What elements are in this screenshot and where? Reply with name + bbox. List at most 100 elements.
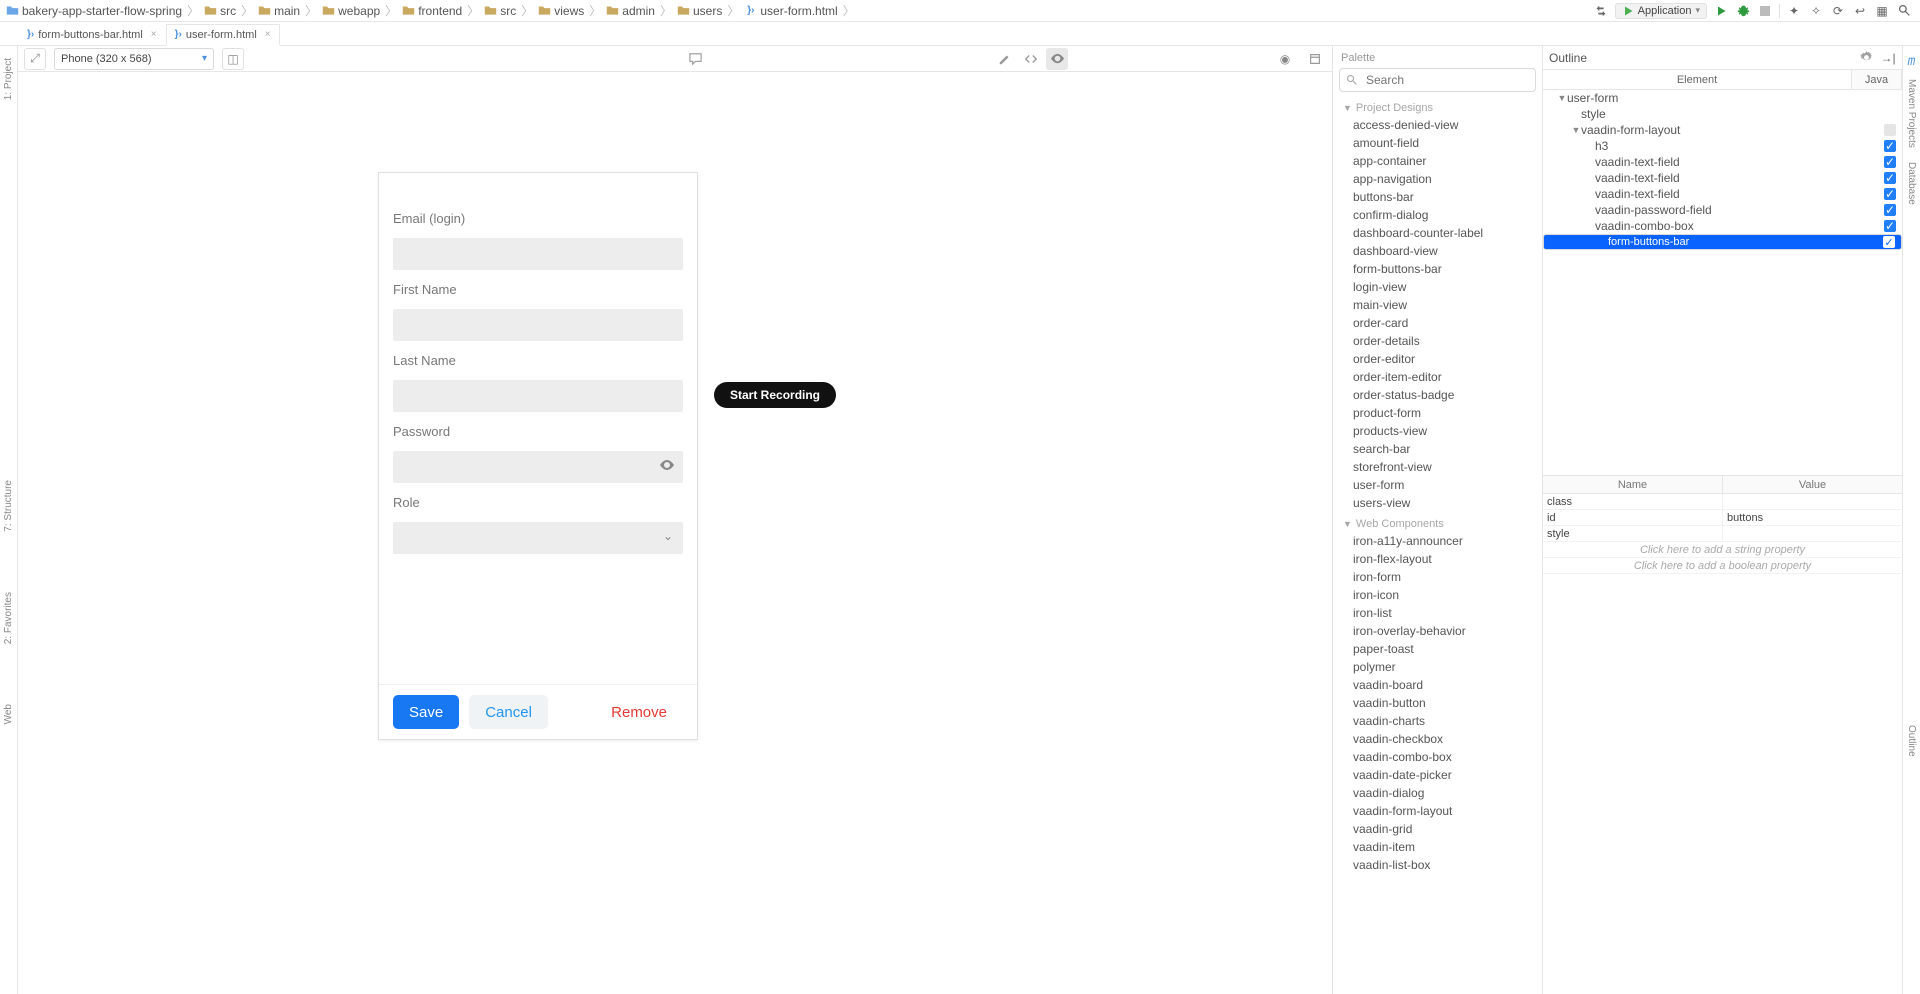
palette-search-input[interactable]: [1364, 72, 1529, 88]
palette-item[interactable]: order-details: [1333, 332, 1542, 350]
palette-group-header[interactable]: ▼ Web Components: [1333, 512, 1542, 532]
palette-item[interactable]: vaadin-charts: [1333, 712, 1542, 730]
responsive-icon[interactable]: ◉: [1274, 48, 1296, 70]
property-row[interactable]: idbuttons: [1543, 510, 1902, 526]
eye-icon[interactable]: [659, 457, 675, 476]
palette-item[interactable]: buttons-bar: [1333, 188, 1542, 206]
close-tab-icon[interactable]: ×: [147, 29, 157, 40]
palette-item[interactable]: app-navigation: [1333, 170, 1542, 188]
property-row[interactable]: style: [1543, 526, 1902, 542]
save-button[interactable]: Save: [393, 695, 459, 729]
palette-item[interactable]: vaadin-dialog: [1333, 784, 1542, 802]
palette-item[interactable]: amount-field: [1333, 134, 1542, 152]
palette-item[interactable]: vaadin-button: [1333, 694, 1542, 712]
palette-item[interactable]: search-bar: [1333, 440, 1542, 458]
breadcrumb-item[interactable]: bakery-app-starter-flow-spring: [4, 4, 184, 18]
palette-item[interactable]: order-item-editor: [1333, 368, 1542, 386]
bind-check-icon[interactable]: [1884, 124, 1896, 136]
outline-hide-icon[interactable]: →|: [1880, 50, 1896, 66]
bind-check-icon[interactable]: ✓: [1884, 188, 1896, 200]
outline-tree-row[interactable]: form-buttons-bar✓: [1543, 234, 1902, 250]
palette-item[interactable]: iron-flex-layout: [1333, 550, 1542, 568]
cancel-button[interactable]: Cancel: [469, 695, 548, 729]
palette-item[interactable]: iron-icon: [1333, 586, 1542, 604]
bind-check-icon[interactable]: ✓: [1883, 236, 1895, 248]
palette-item[interactable]: iron-a11y-announcer: [1333, 532, 1542, 550]
left-gutter-tab[interactable]: Web: [3, 700, 14, 728]
breadcrumb-item[interactable]: }᠎›user-form.html: [742, 4, 839, 18]
palette-item[interactable]: product-form: [1333, 404, 1542, 422]
outline-tree-row[interactable]: vaadin-combo-box✓: [1543, 218, 1902, 234]
outline-tab-element[interactable]: Element: [1543, 70, 1852, 89]
palette-item[interactable]: vaadin-board: [1333, 676, 1542, 694]
text-field[interactable]: [393, 309, 683, 341]
breadcrumb-item[interactable]: src: [482, 4, 518, 18]
bind-check-icon[interactable]: ✓: [1884, 220, 1896, 232]
search-everywhere-icon[interactable]: [1896, 3, 1912, 19]
property-row[interactable]: class: [1543, 494, 1902, 510]
palette-item[interactable]: users-view: [1333, 494, 1542, 512]
palette-group-header[interactable]: ▼ Project Designs: [1333, 96, 1542, 116]
outline-tree-row[interactable]: vaadin-password-field✓: [1543, 202, 1902, 218]
breadcrumb-item[interactable]: frontend: [400, 4, 464, 18]
bind-check-icon[interactable]: ✓: [1884, 172, 1896, 184]
palette-item[interactable]: vaadin-date-picker: [1333, 766, 1542, 784]
palette-item[interactable]: login-view: [1333, 278, 1542, 296]
palette-item[interactable]: vaadin-form-layout: [1333, 802, 1542, 820]
palette-item[interactable]: products-view: [1333, 422, 1542, 440]
tool-icon-3[interactable]: ⟳: [1830, 3, 1846, 19]
breadcrumb-item[interactable]: users: [675, 4, 724, 18]
code-mode-button[interactable]: [1020, 48, 1042, 70]
outline-tree-row[interactable]: style: [1543, 106, 1902, 122]
left-gutter-tab[interactable]: 2: Favorites: [3, 588, 14, 648]
outline-tree-row[interactable]: h3✓: [1543, 138, 1902, 154]
rotate-device-button[interactable]: ◫: [222, 48, 244, 70]
palette-item[interactable]: vaadin-grid: [1333, 820, 1542, 838]
palette-item[interactable]: iron-form: [1333, 568, 1542, 586]
palette-item[interactable]: user-form: [1333, 476, 1542, 494]
outline-tree-row[interactable]: vaadin-text-field✓: [1543, 170, 1902, 186]
left-gutter-tab[interactable]: 7: Structure: [3, 476, 14, 536]
chevron-down-icon[interactable]: ⌄: [663, 529, 673, 543]
palette-item[interactable]: order-status-badge: [1333, 386, 1542, 404]
palette-item[interactable]: vaadin-item: [1333, 838, 1542, 856]
right-gutter-tab[interactable]: Maven Projects: [1906, 75, 1917, 152]
breadcrumb-item[interactable]: views: [536, 4, 586, 18]
palette-item[interactable]: polymer: [1333, 658, 1542, 676]
palette-search[interactable]: [1339, 68, 1536, 92]
tool-icon-5[interactable]: ▦: [1874, 3, 1890, 19]
outline-tab-java[interactable]: Java: [1852, 70, 1902, 89]
right-gutter-tab[interactable]: Database: [1906, 158, 1917, 209]
palette-item[interactable]: vaadin-list-box: [1333, 856, 1542, 874]
palette-item[interactable]: iron-list: [1333, 604, 1542, 622]
device-selector[interactable]: Phone (320 x 568) ▾: [54, 48, 214, 70]
outline-tree-row[interactable]: ▼vaadin-form-layout: [1543, 122, 1902, 138]
palette-item[interactable]: iron-overlay-behavior: [1333, 622, 1542, 640]
stop-button[interactable]: [1757, 3, 1773, 19]
palette-item[interactable]: dashboard-counter-label: [1333, 224, 1542, 242]
back-device-button[interactable]: ⤢: [24, 48, 46, 70]
debug-button[interactable]: [1735, 3, 1751, 19]
breadcrumb-item[interactable]: main: [256, 4, 302, 18]
start-recording-tooltip[interactable]: Start Recording: [714, 382, 836, 408]
palette-item[interactable]: vaadin-combo-box: [1333, 748, 1542, 766]
text-field[interactable]: [393, 238, 683, 270]
bind-check-icon[interactable]: ✓: [1884, 156, 1896, 168]
editor-tab[interactable]: }᠎›user-form.html×: [166, 24, 280, 46]
editor-tab[interactable]: }᠎›form-buttons-bar.html×: [18, 23, 166, 45]
close-tab-icon[interactable]: ×: [261, 29, 271, 40]
password-field[interactable]: [393, 451, 683, 483]
palette-item[interactable]: storefront-view: [1333, 458, 1542, 476]
outline-tree-row[interactable]: ▼user-form: [1543, 90, 1902, 106]
remove-button[interactable]: Remove: [595, 695, 683, 729]
palette-item[interactable]: paper-toast: [1333, 640, 1542, 658]
role-combo-box[interactable]: ⌄: [393, 522, 683, 554]
run-button[interactable]: [1713, 3, 1729, 19]
swap-icon[interactable]: [1593, 3, 1609, 19]
outline-tree-row[interactable]: vaadin-text-field✓: [1543, 154, 1902, 170]
breadcrumb-item[interactable]: src: [202, 4, 238, 18]
outline-settings-icon[interactable]: [1858, 50, 1874, 66]
tool-icon-4[interactable]: ↩: [1852, 3, 1868, 19]
left-gutter-tab[interactable]: 1: Project: [3, 54, 14, 104]
add-boolean-prop-hint[interactable]: Click here to add a boolean property: [1543, 558, 1902, 574]
